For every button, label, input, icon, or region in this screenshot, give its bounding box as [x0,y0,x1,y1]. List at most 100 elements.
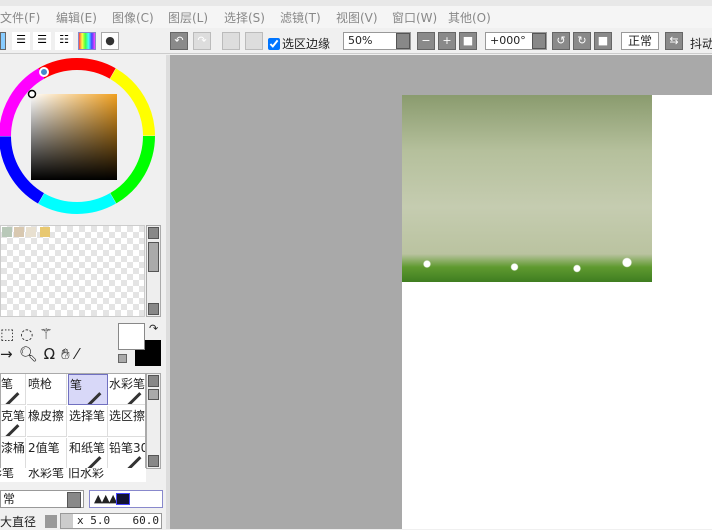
menu-view[interactable]: 视图(V) [332,9,392,26]
menu-image[interactable]: 图像(C) [108,9,168,26]
deselect-icon[interactable] [222,32,240,50]
color-mode-icon[interactable] [0,32,6,50]
tool-label: 2值笔 [28,441,60,455]
swap-colors-icon[interactable]: ↷ [149,322,158,335]
tool-bucket[interactable]: 漆桶 [1,438,26,468]
brush-size-slider[interactable]: x 5.0 60.0 [60,513,162,529]
blend-mode-value: 常 [3,492,16,506]
tool-label: 橡皮擦 [28,409,65,423]
flip-icon[interactable]: ⇆ [665,32,683,50]
canvas-image [402,95,652,282]
scratchpad-icon[interactable]: ● [101,32,119,50]
eyedropper-icon[interactable]: ⁄ [76,345,85,363]
scroll-thumb[interactable] [148,389,159,400]
tool-scrollbar[interactable] [146,373,161,469]
rotate-icon[interactable]: Ω [44,345,61,363]
blend-label: 正常 [627,34,652,48]
menu-select[interactable]: 选择(S) [220,9,280,26]
stabilizer-label: 抖动 [690,37,712,51]
tool-brush-selected[interactable]: 笔 [68,374,108,405]
tool-label: 选区擦 [109,409,146,423]
redo-icon[interactable]: ↷ [193,32,211,50]
swatch[interactable] [14,227,24,237]
size-dropdown-icon[interactable] [45,515,57,528]
scroll-down-icon[interactable] [148,455,159,467]
tool-select-pen[interactable]: 选择笔 [68,406,108,437]
selection-edge-checkbox[interactable] [268,37,280,50]
selection-tools: ⬚◌⚚ →🔍︎Ω✋︎⁄ [0,324,84,364]
zoom-value: 50% [348,34,373,47]
slider-mode-icon[interactable]: ☰ [12,32,30,50]
brush-size-label: 大直径 [0,515,37,529]
swatch-scrollbar[interactable] [146,225,161,317]
selection-edge-toggle[interactable]: 选区边缘 [268,35,330,52]
scroll-up-icon[interactable] [148,375,159,387]
tool-label: 和纸笔 [69,441,106,455]
toolbar: ☰ ☰ ☷ ● ↶ ↷ 选区边缘 50% − + ■ +000° ↺ ↻ ■ 正… [0,28,712,54]
tool-eraser[interactable]: 橡皮擦 [27,406,67,437]
magic-wand-icon[interactable]: ⚚ [39,325,58,343]
tool-binary-pen[interactable]: 2值笔 [27,438,67,468]
tool-label[interactable]: 水彩笔 [28,468,64,479]
tool-label: 笔 [1,377,14,391]
tool-row-partial: 彩笔 水彩笔 旧水彩 [0,468,146,482]
rotate-reset-icon[interactable]: ■ [594,32,612,50]
menu-file[interactable]: 文件(F) [0,9,56,26]
undo-icon[interactable]: ↶ [170,32,188,50]
menu-filter[interactable]: 滤镜(T) [276,9,336,26]
blend-mode-dropdown-icon[interactable] [67,492,81,508]
swatch[interactable] [2,227,12,237]
scroll-down-icon[interactable] [148,303,159,315]
scroll-thumb[interactable] [148,242,159,272]
menu-window[interactable]: 窗口(W) [388,9,448,26]
swatch[interactable] [40,227,50,237]
size-multiplier: x 5.0 [77,514,111,527]
menu-edit[interactable]: 编辑(E) [52,9,112,26]
rect-select-icon[interactable]: ⬚ [0,325,20,343]
tool-washi-pen[interactable]: 和纸笔 [68,438,108,468]
hue-handle[interactable] [39,67,49,77]
rotate-right-icon[interactable]: ↻ [573,32,591,50]
primary-color[interactable] [118,323,145,350]
tool-airbrush[interactable]: 喷枪 [27,374,67,405]
brush-tool-grid: 笔 喷枪 笔 水彩笔 克笔 橡皮擦 选择笔 选区擦 漆桶 2值笔 和纸笔 铅笔3… [0,373,146,469]
tool-label[interactable]: 旧水彩 [68,468,104,479]
scroll-up-icon[interactable] [148,227,159,239]
zoom-icon[interactable]: 🔍︎ [19,345,44,363]
blend-button[interactable]: 正常 [621,32,659,50]
selection-edge-label: 选区边缘 [282,37,331,51]
slider-mode2-icon[interactable]: ☰ [33,32,51,50]
zoom-in-icon[interactable]: + [438,32,456,50]
brush-shape-selector[interactable]: ▲▲▲ [89,490,163,508]
zoom-dropdown-icon[interactable] [396,33,410,49]
tool-label: 水彩笔 [109,377,146,391]
swatch[interactable] [26,227,36,237]
tool-pencil30[interactable]: 铅笔30 [108,438,145,468]
rotation-dropdown-icon[interactable] [532,33,546,49]
tool-pen[interactable]: 笔 [1,374,26,405]
size-value: 60.0 [132,514,160,527]
hand-icon[interactable]: ✋︎ [61,345,76,363]
menu-layer[interactable]: 图层(L) [164,9,224,26]
lasso-icon[interactable]: ◌ [20,325,39,343]
menu-other[interactable]: 其他(O) [444,9,504,26]
tool-label: 克笔 [1,409,26,423]
palette-icon[interactable] [78,32,96,50]
reset-colors-icon[interactable] [118,354,127,363]
swatch-grid[interactable] [0,225,145,317]
invert-selection-icon[interactable] [245,32,263,50]
tool-select-eraser[interactable]: 选区擦 [108,406,146,437]
sv-handle[interactable] [27,89,37,99]
rotate-left-icon[interactable]: ↺ [552,32,570,50]
tool-marker[interactable]: 克笔 [1,406,26,437]
tool-label[interactable]: 彩笔 [0,468,14,479]
list-mode-icon[interactable]: ☷ [55,32,73,50]
tool-watercolor[interactable]: 水彩笔 [108,374,146,405]
brush-shape-selected[interactable] [116,493,131,505]
tool-label: 喷枪 [28,377,53,391]
zoom-out-icon[interactable]: − [417,32,435,50]
tool-label: 漆桶 [1,441,26,455]
zoom-reset-icon[interactable]: ■ [459,32,477,50]
move-icon[interactable]: → [0,345,19,363]
color-wheel[interactable] [0,56,160,221]
